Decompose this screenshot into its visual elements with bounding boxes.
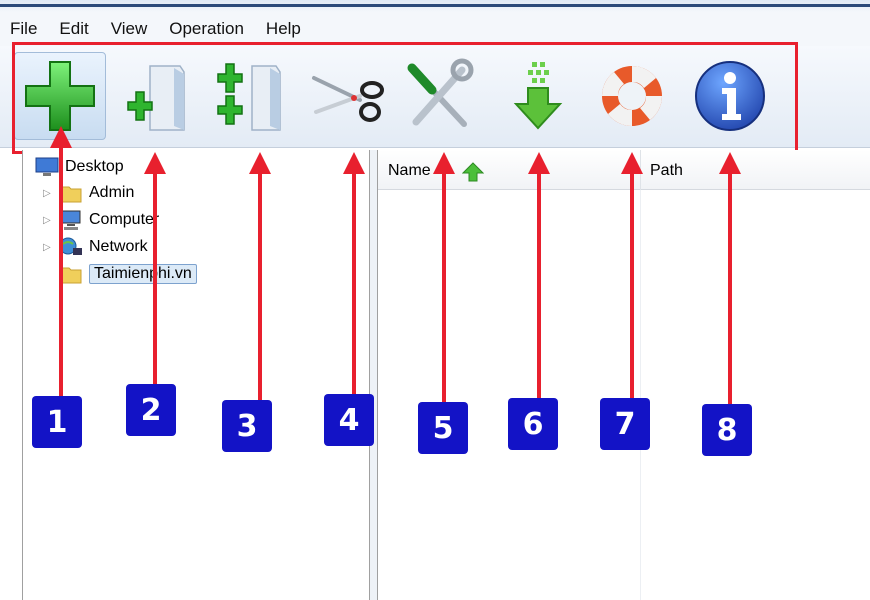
annotation-arrow-head: [343, 152, 365, 174]
annotation-arrow-head: [433, 152, 455, 174]
annotation-badge: 5: [418, 402, 468, 454]
expand-arrow-icon[interactable]: ▷: [43, 188, 55, 199]
tools-icon: [407, 58, 474, 127]
tools-button[interactable]: [392, 52, 484, 140]
tree-item-desktop[interactable]: Desktop: [35, 154, 124, 180]
tree-label-admin: Admin: [89, 184, 135, 201]
menu-file[interactable]: File: [10, 19, 37, 39]
annotation-arrow-head: [621, 152, 643, 174]
add-file-button[interactable]: [108, 52, 200, 140]
tree-label-computer: Computer: [89, 211, 160, 228]
annotation-badge: 6: [508, 398, 558, 450]
add-multiple-files-button[interactable]: [202, 52, 294, 140]
add-multiple-files-icon: [217, 63, 281, 131]
toolbar: [0, 46, 870, 148]
expand-arrow-icon[interactable]: ▷: [43, 215, 55, 226]
menu-edit[interactable]: Edit: [59, 19, 88, 39]
annotation-arrow: [258, 166, 262, 400]
about-button[interactable]: [684, 52, 776, 140]
tree-item-admin[interactable]: ▷ Admin: [43, 180, 134, 206]
annotation-arrow-head: [50, 126, 72, 148]
annotation-arrow: [352, 166, 356, 394]
annotation-arrow: [442, 166, 446, 402]
column-gridline: [640, 190, 641, 600]
menu-help[interactable]: Help: [266, 19, 301, 39]
lifebuoy-help-icon: [602, 66, 662, 126]
sort-ascending-icon[interactable]: [462, 162, 484, 182]
menu-operation[interactable]: Operation: [169, 19, 244, 39]
annotation-arrow: [630, 166, 634, 398]
info-icon: [695, 61, 765, 131]
scissors-icon: [312, 76, 384, 122]
tree-label-network: Network: [89, 238, 148, 255]
annotation-badge: 7: [600, 398, 650, 450]
annotation-arrow-head: [528, 152, 550, 174]
help-button[interactable]: [586, 52, 678, 140]
folder-tree-pane[interactable]: Desktop ▷ Admin ▷ Computer ▷ Network Tai…: [22, 150, 370, 600]
add-green-plus-icon: [25, 61, 95, 131]
annotation-arrow: [728, 166, 732, 404]
cut-button[interactable]: [302, 52, 394, 140]
annotation-badge: 4: [324, 394, 374, 446]
annotation-arrow: [153, 166, 157, 384]
menu-view[interactable]: View: [111, 19, 148, 39]
tree-label-desktop: Desktop: [65, 158, 124, 175]
desktop-icon: [35, 157, 59, 176]
tree-item-taimienphi[interactable]: Taimienphi.vn: [59, 261, 197, 287]
annotation-badge: 2: [126, 384, 176, 436]
annotation-badge: 1: [32, 396, 82, 448]
window-top-strip: [0, 0, 870, 12]
menu-bar: File Edit View Operation Help: [0, 12, 870, 46]
tree-label-taimienphi: Taimienphi.vn: [89, 264, 197, 284]
column-path-header[interactable]: Path: [650, 162, 683, 180]
annotation-arrow: [59, 140, 63, 396]
annotation-badge: 8: [702, 404, 752, 456]
pane-splitter[interactable]: [370, 150, 378, 600]
download-arrow-icon: [513, 62, 563, 130]
add-file-icon: [127, 65, 185, 131]
annotation-arrow-head: [719, 152, 741, 174]
annotation-badge: 3: [222, 400, 272, 452]
download-button[interactable]: [492, 52, 584, 140]
column-name-header[interactable]: Name: [388, 162, 431, 180]
file-list-pane[interactable]: Name Path: [378, 150, 870, 600]
annotation-arrow-head: [144, 152, 166, 174]
annotation-arrow-head: [249, 152, 271, 174]
expand-arrow-icon[interactable]: ▷: [43, 242, 55, 253]
annotation-arrow: [537, 166, 541, 398]
